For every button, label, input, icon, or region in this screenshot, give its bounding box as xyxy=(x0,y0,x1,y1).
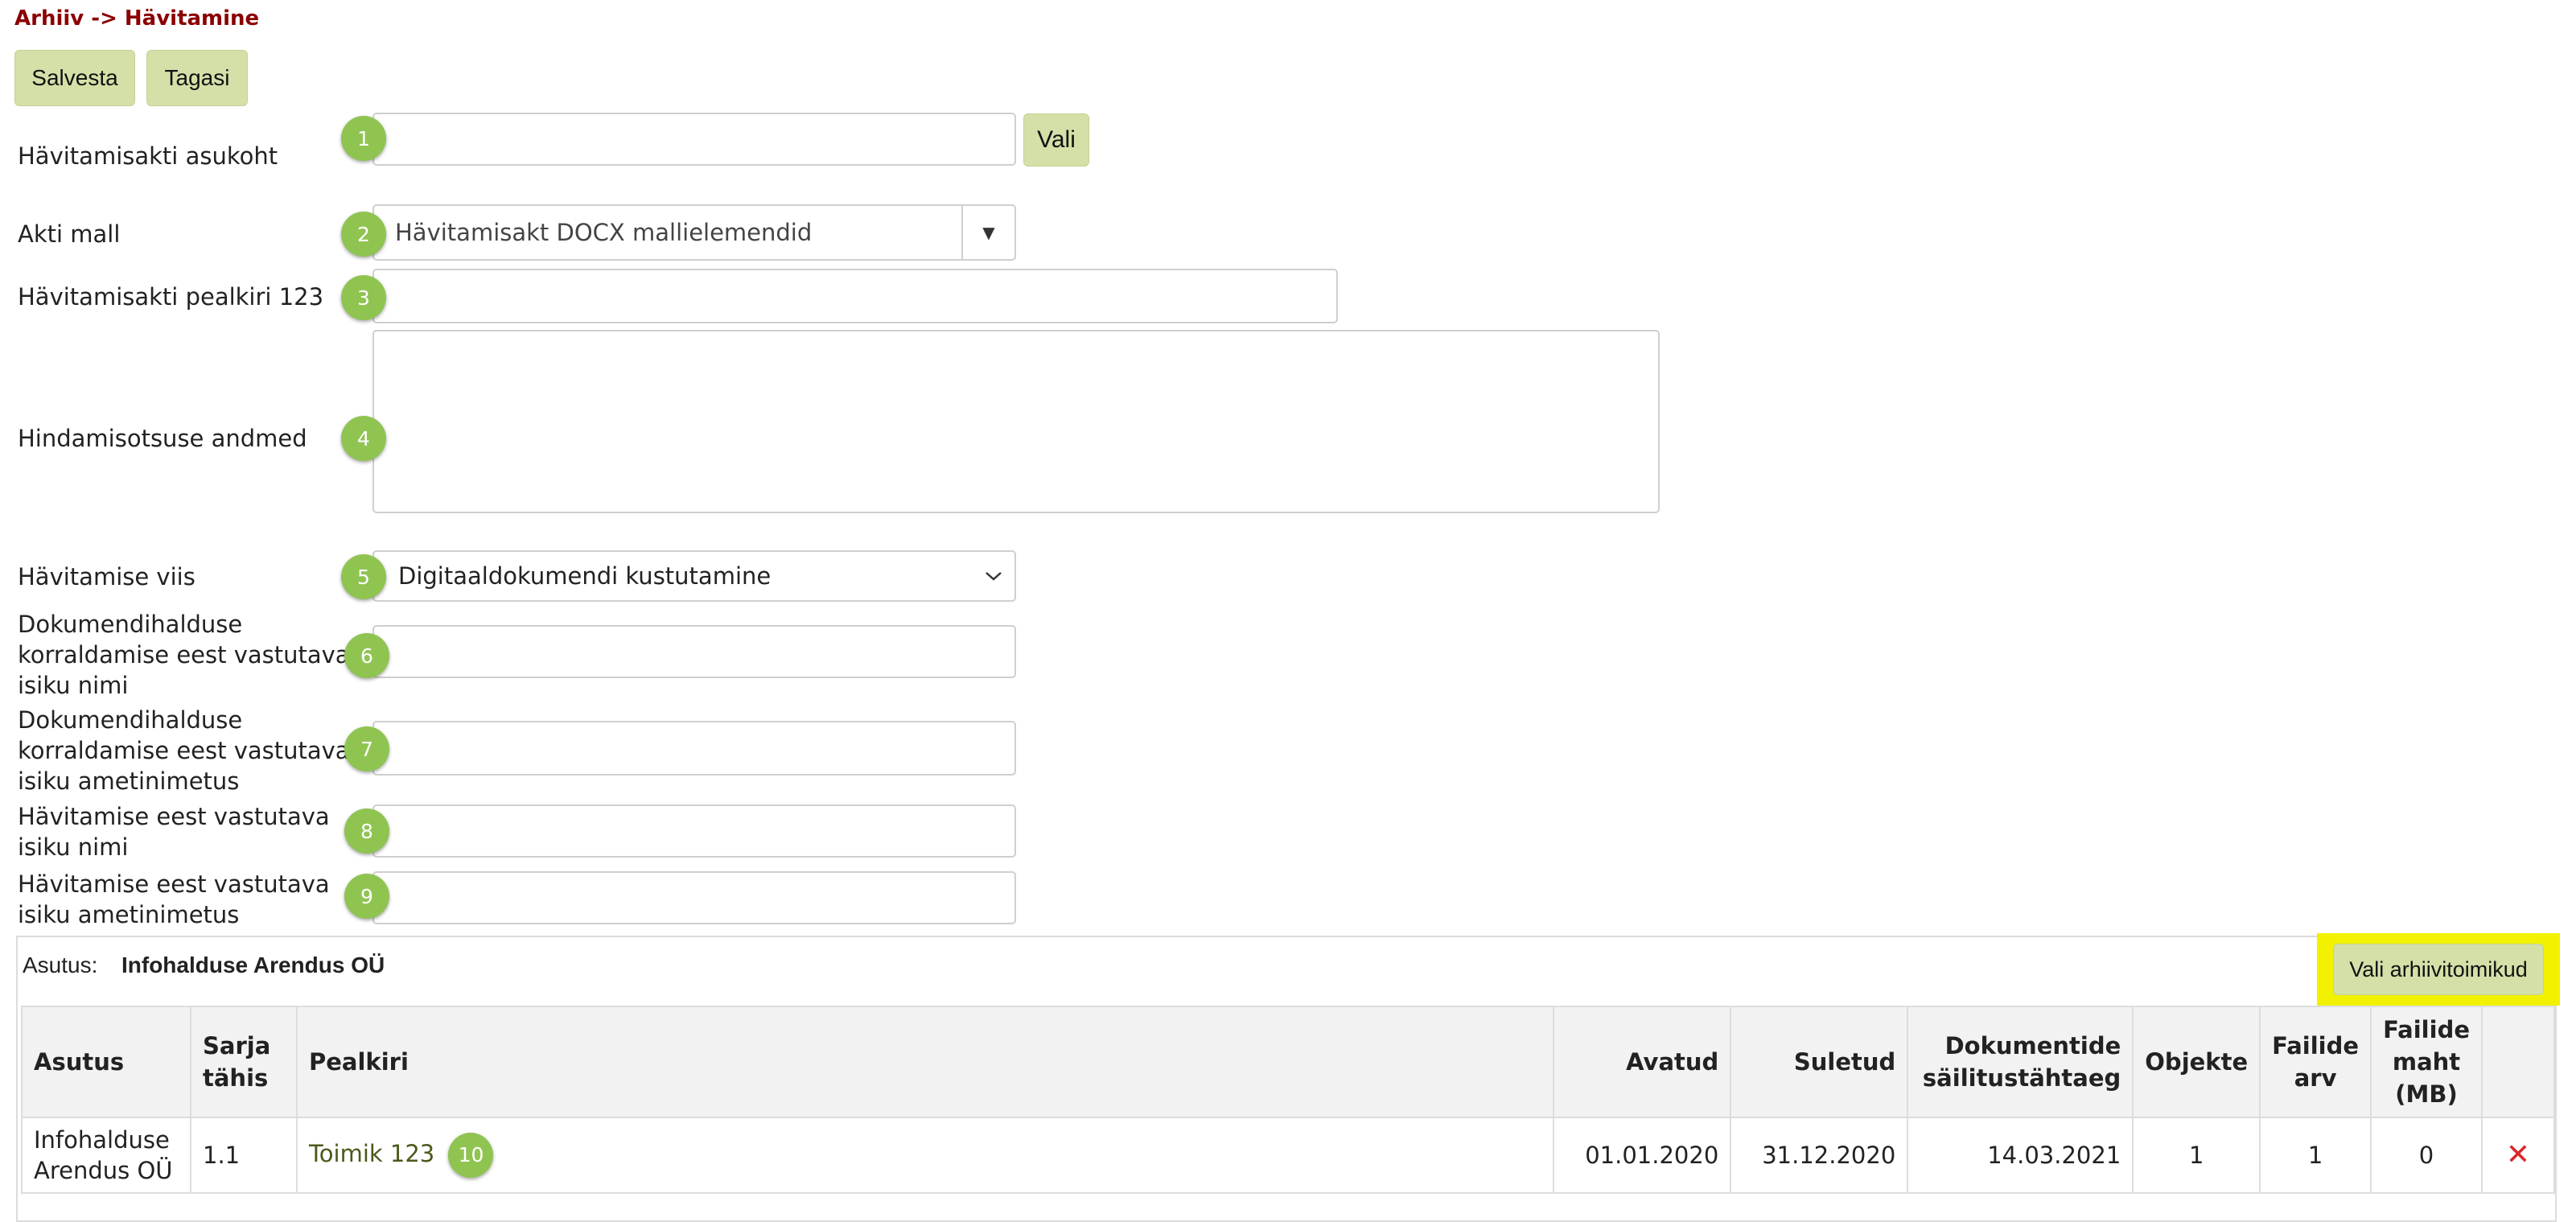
template-label: Akti mall xyxy=(18,220,121,248)
col-series: Sarja tähis xyxy=(190,1006,298,1118)
label-line: isiku nimi xyxy=(18,833,129,861)
destruction-person-title-label: Hävitamise eest vastutava isiku ametinim… xyxy=(18,869,330,930)
step-badge-3: 3 xyxy=(341,275,386,320)
template-combobox[interactable]: Hävitamisakt DOCX mallielemendid ▼ xyxy=(372,204,1016,261)
assessment-label: Hindamisotsuse andmed xyxy=(18,425,307,452)
header-line: Sarja xyxy=(203,1032,271,1059)
cell-opened: 01.01.2020 xyxy=(1553,1117,1732,1194)
cell-line: Arendus OÜ xyxy=(34,1157,173,1184)
label-line: Hävitamise eest vastutava xyxy=(18,803,330,830)
template-value[interactable]: Hävitamisakt DOCX mallielemendid xyxy=(374,206,963,259)
col-institution: Asutus xyxy=(21,1006,191,1118)
step-badge-7: 7 xyxy=(344,726,389,771)
cell-line: Infohalduse xyxy=(34,1126,170,1154)
cell-objects: 1 xyxy=(2132,1117,2261,1194)
template-value-text: Hävitamisakt DOCX mallielemendid xyxy=(395,219,813,246)
cell-series: 1.1 xyxy=(190,1117,298,1194)
step-badge-4: 4 xyxy=(341,416,386,461)
step-badge-5: 5 xyxy=(341,554,386,599)
label-line: Hävitamise eest vastutava xyxy=(18,870,330,898)
header-line: tähis xyxy=(203,1064,269,1092)
header-line: (MB) xyxy=(2395,1080,2458,1108)
destruction-person-name-input[interactable] xyxy=(372,804,1016,858)
chevron-down-icon xyxy=(986,572,1002,581)
title-input[interactable] xyxy=(372,269,1338,323)
institution-label: Asutus: xyxy=(23,953,98,977)
header-line: säilitustähtaeg xyxy=(1922,1064,2121,1092)
step-badge-8: 8 xyxy=(344,808,389,854)
breadcrumb: Arhiiv -> Hävitamine xyxy=(14,6,260,31)
select-archive-files-button[interactable]: Vali arhiivitoimikud xyxy=(2333,944,2544,995)
institution-name: Infohalduse Arendus OÜ xyxy=(121,953,385,977)
title-label: Hävitamisakti pealkiri 123 xyxy=(18,283,324,311)
col-actions xyxy=(2481,1006,2555,1118)
method-label: Hävitamise viis xyxy=(18,563,195,590)
header-line: maht xyxy=(2392,1048,2461,1076)
header-line: arv xyxy=(2294,1064,2337,1092)
label-line: isiku ametinimetus xyxy=(18,901,240,928)
col-objects: Objekte xyxy=(2132,1006,2261,1118)
archive-files-table: Asutus Sarja tähis Pealkiri Avatud Sulet… xyxy=(21,1006,2555,1194)
delete-icon[interactable]: ✕ xyxy=(2506,1138,2530,1171)
assessment-textarea[interactable] xyxy=(372,330,1660,513)
header-line: Dokumentide xyxy=(1944,1032,2121,1059)
col-closed: Suletud xyxy=(1730,1006,1909,1118)
col-retention: Dokumentide säilitustähtaeg xyxy=(1907,1006,2134,1118)
cell-retention: 14.03.2021 xyxy=(1907,1117,2134,1194)
cell-institution: Infohalduse Arendus OÜ xyxy=(21,1117,191,1194)
cell-file-count: 1 xyxy=(2259,1117,2372,1194)
cell-actions: ✕ xyxy=(2481,1117,2555,1194)
records-manager-name-label: Dokumendihalduse korraldamise eest vastu… xyxy=(18,609,350,701)
back-button[interactable]: Tagasi xyxy=(146,50,248,106)
destruction-person-title-input[interactable] xyxy=(372,871,1016,924)
records-manager-title-input[interactable] xyxy=(372,721,1016,776)
file-title-link[interactable]: Toimik 123 xyxy=(309,1140,434,1167)
method-value: Digitaaldokumendi kustutamine xyxy=(398,562,772,590)
step-badge-9: 9 xyxy=(344,874,389,919)
location-input[interactable] xyxy=(372,113,1016,166)
location-label: Hävitamisakti asukoht xyxy=(18,142,278,170)
cell-title: Toimik 123 10 xyxy=(295,1117,1555,1194)
col-file-size: Failide maht (MB) xyxy=(2370,1006,2483,1118)
header-line: Failide xyxy=(2272,1032,2360,1059)
choose-location-button[interactable]: Vali xyxy=(1023,113,1089,167)
col-opened: Avatud xyxy=(1553,1006,1732,1118)
cell-file-size: 0 xyxy=(2370,1117,2483,1194)
records-manager-name-input[interactable] xyxy=(372,625,1016,678)
method-select[interactable]: Digitaaldokumendi kustutamine xyxy=(372,550,1016,602)
table-header-row: Asutus Sarja tähis Pealkiri Avatud Sulet… xyxy=(21,1006,2555,1118)
table-row: Infohalduse Arendus OÜ 1.1 Toimik 123 10… xyxy=(21,1117,2555,1194)
label-line: korraldamise eest vastutava xyxy=(18,737,350,764)
step-badge-2: 2 xyxy=(341,212,386,257)
label-line: Dokumendihalduse xyxy=(18,706,243,734)
cell-closed: 31.12.2020 xyxy=(1730,1117,1909,1194)
col-title: Pealkiri xyxy=(295,1006,1555,1118)
label-line: korraldamise eest vastutava xyxy=(18,641,350,669)
dropdown-arrow-icon[interactable]: ▼ xyxy=(963,206,1014,259)
step-badge-6: 6 xyxy=(344,633,389,678)
save-button[interactable]: Salvesta xyxy=(14,50,135,106)
label-line: isiku ametinimetus xyxy=(18,767,240,795)
step-badge-10: 10 xyxy=(448,1133,494,1178)
header-line: Failide xyxy=(2383,1016,2470,1043)
label-line: Dokumendihalduse xyxy=(18,611,243,638)
records-manager-title-label: Dokumendihalduse korraldamise eest vastu… xyxy=(18,705,350,796)
col-file-count: Failide arv xyxy=(2259,1006,2372,1118)
step-badge-1: 1 xyxy=(341,116,386,161)
label-line: isiku nimi xyxy=(18,672,129,699)
destruction-person-name-label: Hävitamise eest vastutava isiku nimi xyxy=(18,801,330,862)
